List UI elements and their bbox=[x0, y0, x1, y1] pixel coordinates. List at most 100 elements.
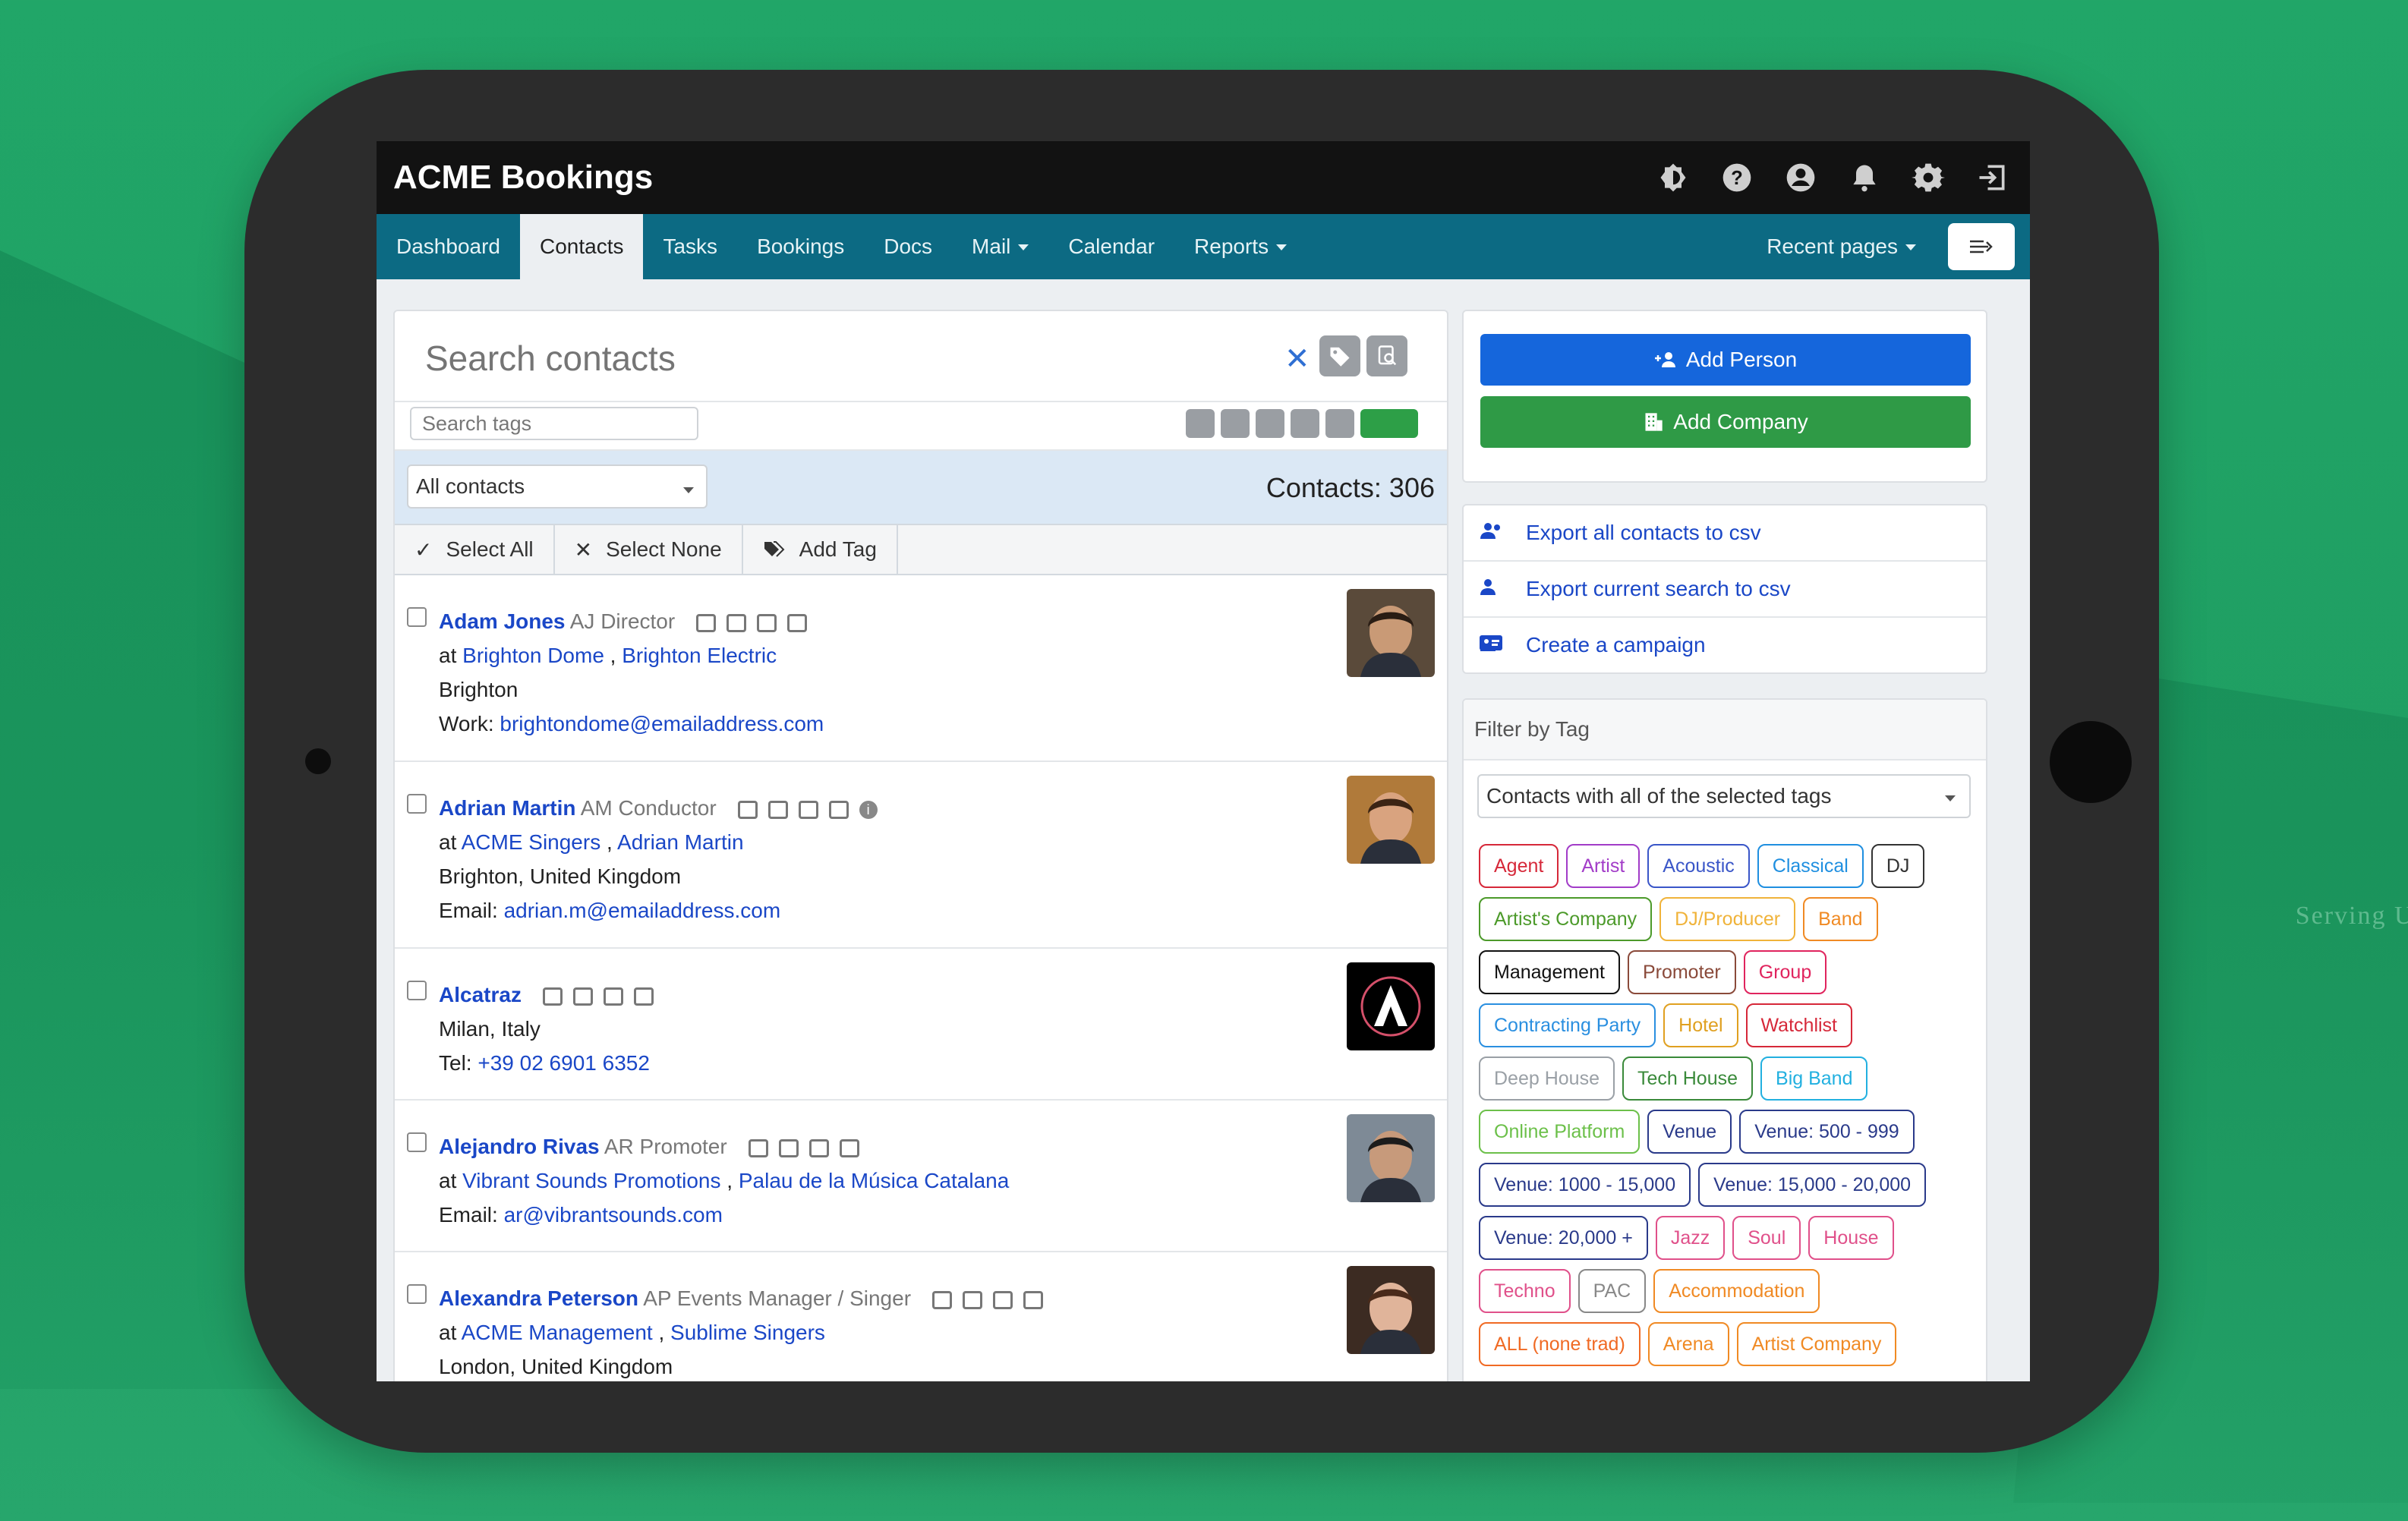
tag-chip[interactable]: Online Platform bbox=[1479, 1110, 1641, 1154]
tag-chip[interactable]: Venue: 500 - 999 bbox=[1739, 1110, 1915, 1154]
tag-chip[interactable]: Hotel bbox=[1663, 1003, 1738, 1047]
contact-link[interactable]: Sublime Singers bbox=[670, 1321, 825, 1344]
select-all-button[interactable]: ✓ Select All bbox=[395, 525, 555, 574]
calendar-search-icon[interactable] bbox=[542, 987, 563, 1006]
tag-chip[interactable]: Band bbox=[1803, 897, 1878, 941]
tab-reports[interactable]: Reports bbox=[1174, 214, 1306, 279]
contact-link[interactable]: ar@vibrantsounds.com bbox=[504, 1203, 723, 1227]
tag-chip[interactable]: Venue: 20,000 + bbox=[1479, 1216, 1648, 1260]
tag-chip[interactable]: Techno bbox=[1479, 1269, 1571, 1313]
calendar-search-icon[interactable] bbox=[932, 1290, 953, 1309]
user-icon[interactable] bbox=[1779, 156, 1822, 199]
run-tag-search-button[interactable] bbox=[1360, 409, 1418, 438]
add-task-icon[interactable] bbox=[726, 613, 747, 632]
contact-checkbox[interactable] bbox=[407, 981, 427, 1000]
tag-chip[interactable]: Artist Company bbox=[1736, 1322, 1897, 1366]
contact-link[interactable]: Adrian Martin bbox=[617, 830, 744, 854]
contact-link[interactable]: brightondome@emailaddress.com bbox=[500, 712, 824, 735]
notes-icon[interactable] bbox=[633, 987, 654, 1006]
add-person-button[interactable]: Add Person bbox=[1480, 334, 1971, 386]
tag-chip[interactable]: ALL (none trad) bbox=[1479, 1322, 1641, 1366]
contact-link[interactable]: +39 02 6901 6352 bbox=[478, 1051, 650, 1075]
search-contacts-input[interactable] bbox=[424, 337, 1262, 379]
tab-calendar[interactable]: Calendar bbox=[1048, 214, 1174, 279]
add-task-icon[interactable] bbox=[778, 1138, 799, 1157]
tag-chip[interactable]: House bbox=[1808, 1216, 1894, 1260]
help-icon[interactable]: ? bbox=[1716, 156, 1758, 199]
contact-name[interactable]: Adam Jones bbox=[439, 609, 566, 633]
contact-link[interactable]: adrian.m@emailaddress.com bbox=[504, 899, 781, 922]
contact-checkbox[interactable] bbox=[407, 794, 427, 814]
calendar-search-icon[interactable] bbox=[737, 800, 758, 819]
contact-checkbox[interactable] bbox=[407, 607, 427, 627]
contact-name[interactable]: Alexandra Peterson bbox=[439, 1286, 638, 1310]
add-task-icon[interactable] bbox=[572, 987, 593, 1006]
tag-chip[interactable]: Jazz bbox=[1655, 1216, 1726, 1260]
calendar-search-icon[interactable] bbox=[748, 1138, 768, 1157]
tab-mail[interactable]: Mail bbox=[952, 214, 1048, 279]
contact-link[interactable]: Vibrant Sounds Promotions bbox=[462, 1169, 720, 1192]
contact-name[interactable]: Adrian Martin bbox=[439, 796, 575, 820]
tag-chip[interactable]: Promoter bbox=[1627, 950, 1736, 994]
tab-contacts[interactable]: Contacts bbox=[519, 214, 644, 279]
contact-name[interactable]: Alcatraz bbox=[439, 983, 522, 1006]
logout-icon[interactable] bbox=[1971, 156, 2013, 199]
and-operator-button[interactable] bbox=[1221, 409, 1250, 438]
tag-chip[interactable]: Management bbox=[1479, 950, 1620, 994]
tag-chip[interactable]: Big Band bbox=[1760, 1057, 1868, 1101]
add-tag-button[interactable]: Add Tag bbox=[743, 525, 898, 574]
bell-icon[interactable] bbox=[1843, 156, 1886, 199]
tag-mode-select[interactable]: Contacts with all of the selected tags bbox=[1477, 774, 1971, 818]
contact-checkbox[interactable] bbox=[407, 1132, 427, 1152]
add-task-icon[interactable] bbox=[963, 1290, 983, 1309]
select-none-button[interactable]: ✕ Select None bbox=[555, 525, 743, 574]
tag-chip[interactable]: Tech House bbox=[1622, 1057, 1754, 1101]
vcard-icon[interactable] bbox=[993, 1290, 1013, 1309]
vcard-icon[interactable] bbox=[808, 1138, 829, 1157]
tag-chip[interactable]: Venue: 15,000 - 20,000 bbox=[1698, 1163, 1927, 1207]
contact-link[interactable]: Brighton Dome bbox=[462, 644, 604, 667]
tag-chip[interactable]: Contracting Party bbox=[1479, 1003, 1656, 1047]
tag-chip[interactable]: Artist's Company bbox=[1479, 897, 1653, 941]
tag-chip[interactable]: Classical bbox=[1757, 844, 1864, 888]
sidebar-toggle-button[interactable] bbox=[1948, 223, 2015, 270]
tag-chip[interactable]: Watchlist bbox=[1745, 1003, 1852, 1047]
tag-chip[interactable]: Deep House bbox=[1479, 1057, 1615, 1101]
contact-link[interactable]: Palau de la Música Catalana bbox=[739, 1169, 1009, 1192]
calendar-search-icon[interactable] bbox=[696, 613, 717, 632]
export-link[interactable]: Export all contacts to csv bbox=[1464, 505, 1986, 562]
info-icon[interactable]: i bbox=[859, 800, 878, 819]
close-bracket-button[interactable] bbox=[1325, 409, 1354, 438]
recent-pages-dropdown[interactable]: Recent pages bbox=[1747, 235, 1936, 259]
tag-chip[interactable]: DJ bbox=[1871, 844, 1925, 888]
contact-name[interactable]: Alejandro Rivas bbox=[439, 1135, 600, 1158]
vcard-icon[interactable] bbox=[798, 800, 818, 819]
add-company-button[interactable]: Add Company bbox=[1480, 396, 1971, 448]
contact-link[interactable]: Brighton Electric bbox=[622, 644, 777, 667]
tag-chip[interactable]: PAC bbox=[1577, 1269, 1647, 1313]
tag-chip[interactable]: Agent bbox=[1479, 844, 1559, 888]
notes-icon[interactable] bbox=[787, 613, 808, 632]
tab-tasks[interactable]: Tasks bbox=[643, 214, 737, 279]
export-link[interactable]: Create a campaign bbox=[1464, 618, 1986, 672]
tag-chip[interactable]: Soul bbox=[1732, 1216, 1801, 1260]
gear-icon[interactable] bbox=[1907, 156, 1949, 199]
search-tags-input[interactable]: Search tags bbox=[410, 407, 698, 440]
tag-chip[interactable]: Artist bbox=[1566, 844, 1641, 888]
tag-chip[interactable]: Group bbox=[1743, 950, 1827, 994]
tag-chip[interactable]: Acoustic bbox=[1647, 844, 1750, 888]
contact-link[interactable]: ACME Singers bbox=[462, 830, 601, 854]
contact-filter-select[interactable]: All contacts bbox=[407, 464, 708, 509]
vcard-icon[interactable] bbox=[757, 613, 777, 632]
tag-chip[interactable]: Arena bbox=[1647, 1322, 1729, 1366]
contact-link[interactable]: ACME Management bbox=[462, 1321, 653, 1344]
open-bracket-button[interactable] bbox=[1186, 409, 1215, 438]
notes-icon[interactable] bbox=[1023, 1290, 1044, 1309]
tag-chip[interactable]: DJ/Producer bbox=[1659, 897, 1796, 941]
add-task-icon[interactable] bbox=[767, 800, 788, 819]
tab-docs[interactable]: Docs bbox=[864, 214, 952, 279]
tag-filter-button[interactable] bbox=[1319, 335, 1360, 376]
vcard-icon[interactable] bbox=[603, 987, 623, 1006]
not-operator-button[interactable] bbox=[1291, 409, 1319, 438]
tab-dashboard[interactable]: Dashboard bbox=[377, 214, 520, 279]
